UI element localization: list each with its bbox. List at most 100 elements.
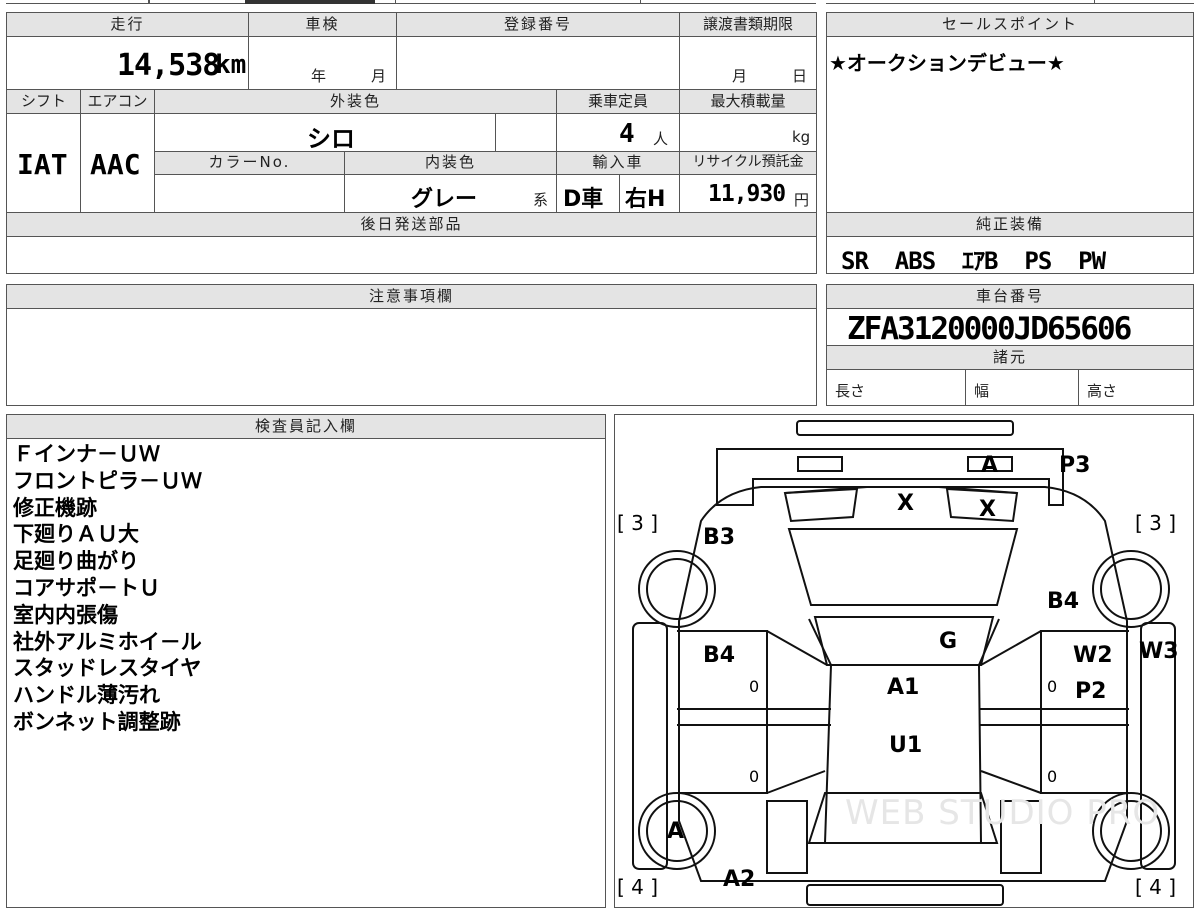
chassis-number-cell: ZFA3120000JD65606 bbox=[826, 308, 1194, 347]
sales-point-header: セールスポイント bbox=[826, 12, 1194, 37]
remark-list: Ｆインナ－ＵＷ フロントピラ－ＵＷ 修正機跡 下廻りＡＵ大 足廻り曲がり コアサ… bbox=[13, 441, 202, 736]
tire-depth-front-left: [ 3 ] bbox=[617, 511, 659, 535]
sales-point-text: ★オークションデビュー★ bbox=[829, 51, 1065, 75]
capacity-header: 乗車定員 bbox=[556, 89, 680, 114]
import-value: D車 bbox=[563, 187, 604, 212]
damage-mark: A bbox=[981, 453, 999, 478]
transfer-deadline-header: 譲渡書類期限 bbox=[679, 12, 817, 37]
length-cell: 長さ bbox=[826, 369, 966, 406]
damage-mark: X bbox=[979, 497, 996, 522]
transfer-deadline-cell: 月 日 bbox=[679, 36, 817, 90]
height-label: 高さ bbox=[1087, 382, 1118, 400]
interior-color-value: グレー bbox=[411, 187, 478, 212]
interior-suffix: 系 bbox=[533, 191, 549, 209]
max-load-unit: kg bbox=[792, 128, 811, 146]
recycle-cell: 11,930 円 bbox=[679, 174, 817, 213]
damage-mark: W3 bbox=[1139, 639, 1179, 664]
top-strip bbox=[0, 0, 1200, 10]
capacity-cell: 4 人 bbox=[556, 113, 680, 152]
length-label: 長さ bbox=[835, 382, 866, 400]
damage-mark: X bbox=[897, 491, 914, 516]
watermark: WEB STUDIO PRO bbox=[845, 793, 1161, 833]
inspection-year-label: 年 bbox=[311, 67, 327, 85]
remark-item: スタッドレスタイヤ bbox=[13, 656, 202, 681]
registration-header: 登録番号 bbox=[396, 12, 680, 37]
remark-item: 下廻りＡＵ大 bbox=[13, 522, 139, 547]
inspection-header: 車検 bbox=[248, 12, 397, 37]
capacity-unit: 人 bbox=[653, 130, 669, 148]
equipment-text: SR ABS ｴｱB PS PW bbox=[841, 247, 1106, 275]
remark-item: 室内内張傷 bbox=[13, 602, 118, 627]
handle-cell: 右H bbox=[619, 174, 680, 213]
remark-item: ハンドル薄汚れ bbox=[13, 683, 160, 708]
inspector-header: 検査員記入欄 bbox=[6, 414, 606, 439]
damage-mark: B4 bbox=[1047, 589, 1080, 614]
capacity-value: 4 bbox=[619, 119, 635, 149]
remark-item: Ｆインナ－ＵＷ bbox=[13, 442, 160, 466]
damage-mark: A1 bbox=[887, 675, 920, 700]
transfer-day-label: 日 bbox=[792, 67, 808, 85]
exterior-color-value: シロ bbox=[307, 125, 355, 153]
depth-value: 0 bbox=[749, 677, 760, 696]
remark-item: 修正機跡 bbox=[13, 495, 97, 520]
shift-value: IAT bbox=[17, 148, 68, 181]
width-label: 幅 bbox=[974, 382, 990, 400]
transfer-month-label: 月 bbox=[732, 67, 748, 85]
max-load-cell: kg bbox=[679, 113, 817, 152]
remark-item: フロントピラ－ＵＷ bbox=[13, 468, 202, 493]
remark-item: ボンネット調整跡 bbox=[13, 709, 181, 734]
damage-mark: U1 bbox=[889, 733, 923, 758]
damage-mark: P3 bbox=[1059, 453, 1091, 478]
sales-point-body: ★オークションデビュー★ bbox=[826, 36, 1194, 213]
tire-depth-rear-right: [ 4 ] bbox=[1135, 875, 1177, 899]
shift-header: シフト bbox=[6, 89, 81, 114]
damage-mark: W2 bbox=[1073, 643, 1113, 668]
import-cell: D車 bbox=[556, 174, 620, 213]
inspection-cell: 年 月 bbox=[248, 36, 397, 90]
exterior-color-header: 外装色 bbox=[154, 89, 557, 114]
recycle-value: 11,930 bbox=[708, 181, 786, 207]
later-parts-header: 後日発送部品 bbox=[6, 212, 817, 237]
height-cell: 高さ bbox=[1078, 369, 1194, 406]
max-load-header: 最大積載量 bbox=[679, 89, 817, 114]
aircon-cell: AAC bbox=[80, 113, 155, 213]
import-header: 輸入車 bbox=[556, 151, 680, 175]
interior-color-header: 内装色 bbox=[344, 151, 557, 175]
equipment-body: SR ABS ｴｱB PS PW bbox=[826, 236, 1194, 275]
damage-mark: P2 bbox=[1075, 679, 1107, 704]
aircon-value: AAC bbox=[90, 148, 141, 181]
remark-item: 社外アルミホイ－ル bbox=[13, 629, 202, 654]
color-no-header: カラーNo. bbox=[154, 151, 345, 175]
remark-item: コアサポ－トＵ bbox=[13, 575, 160, 600]
tire-depth-front-right: [ 3 ] bbox=[1135, 511, 1177, 535]
later-parts-cell bbox=[6, 236, 817, 274]
notes-body bbox=[6, 308, 817, 406]
registration-cell bbox=[396, 36, 680, 90]
chassis-number: ZFA3120000JD65606 bbox=[847, 311, 1132, 347]
notes-header: 注意事項欄 bbox=[6, 284, 817, 309]
damage-mark: B3 bbox=[703, 525, 736, 550]
interior-color-cell: グレー 系 bbox=[344, 174, 557, 213]
exterior-color-cell: シロ bbox=[154, 113, 496, 153]
mileage-header: 走行 bbox=[6, 12, 249, 37]
recycle-header: リサイクル預託金 bbox=[679, 151, 817, 175]
car-damage-diagram: WEB STUDIO PRO A P3 X X B3 B4 G B4 W2 W3… bbox=[614, 414, 1194, 908]
recycle-unit: 円 bbox=[794, 191, 810, 209]
handle-value: 右H bbox=[625, 187, 666, 212]
damage-mark: G bbox=[939, 629, 958, 654]
inspection-month-label: 月 bbox=[371, 67, 387, 85]
aircon-header: エアコン bbox=[80, 89, 155, 114]
depth-value: 0 bbox=[1047, 767, 1058, 786]
damage-mark: A bbox=[667, 819, 685, 844]
chassis-header: 車台番号 bbox=[826, 284, 1194, 309]
tire-depth-rear-left: [ 4 ] bbox=[617, 875, 659, 899]
width-cell: 幅 bbox=[965, 369, 1079, 406]
mileage-unit: km bbox=[215, 50, 247, 80]
mileage-value: 14,538 bbox=[117, 48, 220, 83]
depth-value: 0 bbox=[1047, 677, 1058, 696]
specs-header: 諸元 bbox=[826, 345, 1194, 370]
color-no-cell bbox=[154, 174, 345, 213]
equipment-header: 純正装備 bbox=[826, 212, 1194, 237]
remark-item: 足廻り曲がり bbox=[13, 549, 139, 574]
mileage-cell: 14,538 km bbox=[6, 36, 249, 90]
